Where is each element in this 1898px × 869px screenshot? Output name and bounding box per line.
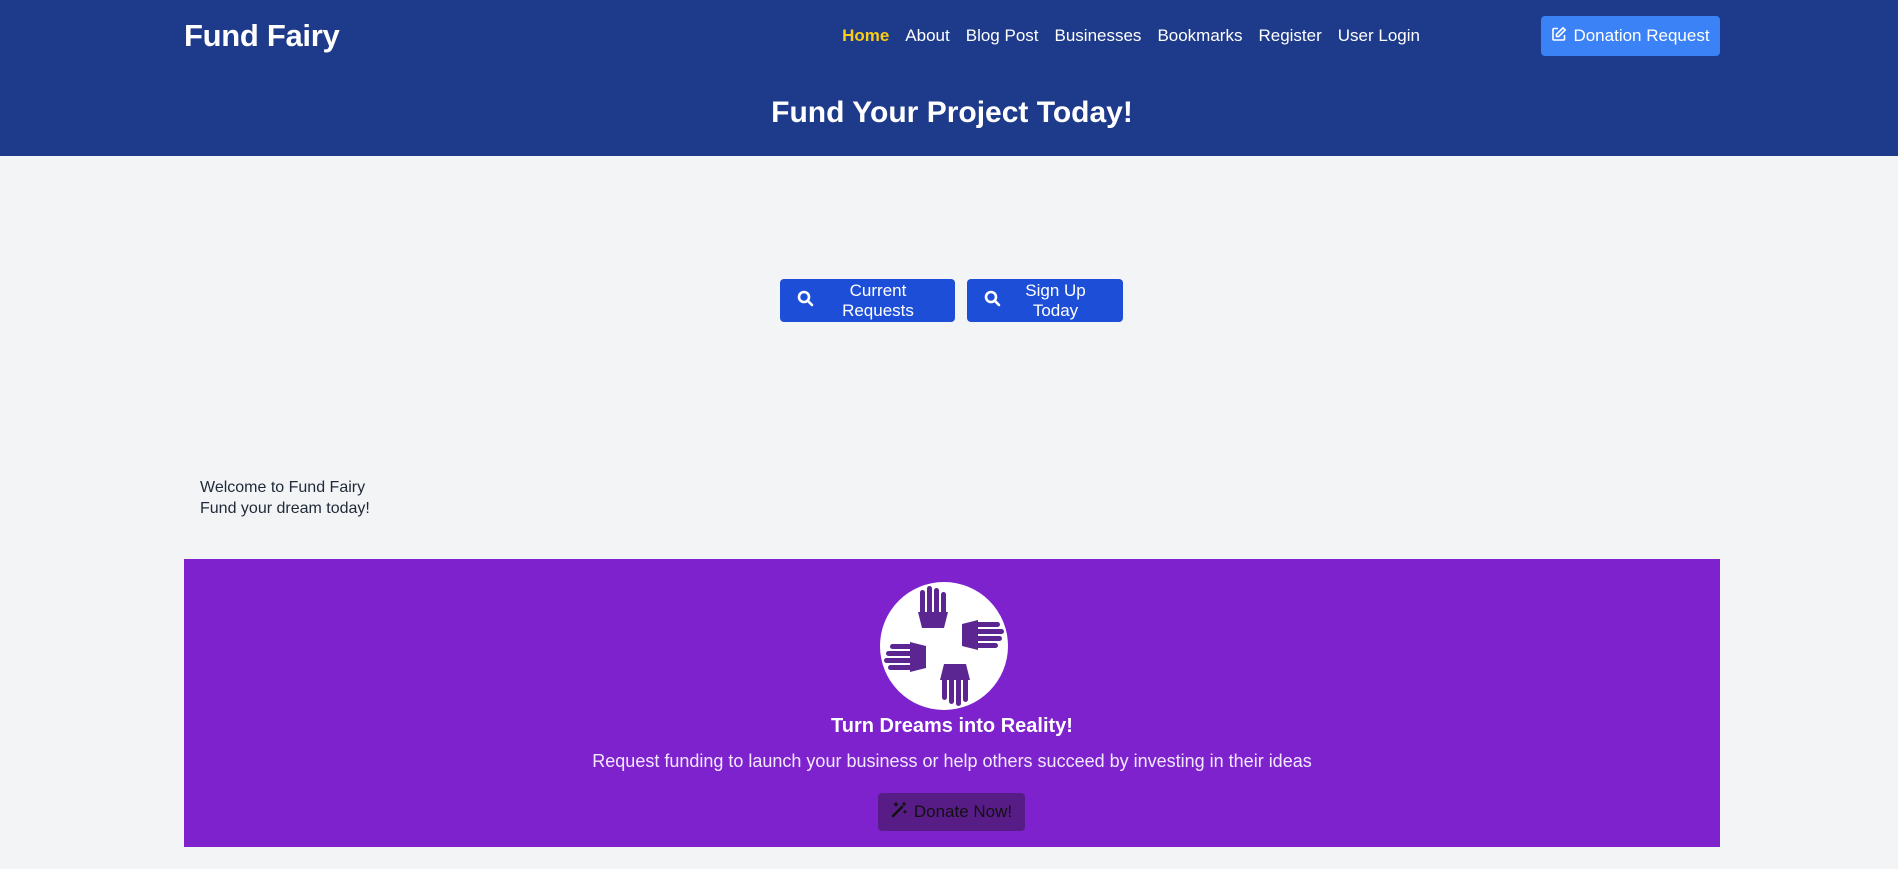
welcome-text: Welcome to Fund Fairy Fund your dream to… [200, 477, 370, 519]
nav-bookmarks[interactable]: Bookmarks [1157, 26, 1242, 46]
search-icon [984, 290, 1005, 312]
search-icon [797, 290, 818, 312]
nav-businesses[interactable]: Businesses [1055, 26, 1142, 46]
edit-icon [1551, 26, 1573, 47]
promo-banner: Turn Dreams into Reality! Request fundin… [184, 559, 1720, 847]
donate-now-label: Donate Now! [913, 802, 1013, 821]
nav-register[interactable]: Register [1258, 26, 1321, 46]
sign-up-button[interactable]: Sign Up Today [967, 279, 1123, 322]
promo-title: Turn Dreams into Reality! [831, 715, 1073, 737]
brand-logo-text[interactable]: Fund Fairy [184, 18, 340, 54]
magic-wand-icon [891, 801, 914, 823]
donation-request-label: Donation Request [1573, 26, 1710, 45]
donate-now-button[interactable]: Donate Now! [878, 793, 1025, 831]
nav-home[interactable]: Home [842, 26, 889, 46]
promo-subtitle: Request funding to launch your business … [592, 751, 1312, 771]
donation-request-button[interactable]: Donation Request [1541, 16, 1720, 56]
hero-title: Fund Your Project Today! [771, 96, 1133, 129]
site-header: Fund Fairy Home About Blog Post Business… [0, 0, 1898, 156]
main-nav: Home About Blog Post Businesses Bookmark… [842, 26, 1420, 46]
welcome-line-1: Welcome to Fund Fairy [200, 479, 366, 496]
hands-heart-icon [880, 582, 1008, 710]
welcome-line-2: Fund your dream today! [200, 500, 370, 517]
cta-row: Current Requests Sign Up Today [780, 279, 1123, 322]
current-requests-label: Current Requests [842, 280, 914, 320]
nav-user-login[interactable]: User Login [1338, 26, 1420, 46]
sign-up-label: Sign Up Today [1025, 280, 1086, 320]
current-requests-button[interactable]: Current Requests [780, 279, 955, 322]
nav-about[interactable]: About [905, 26, 949, 46]
nav-blog-post[interactable]: Blog Post [966, 26, 1039, 46]
